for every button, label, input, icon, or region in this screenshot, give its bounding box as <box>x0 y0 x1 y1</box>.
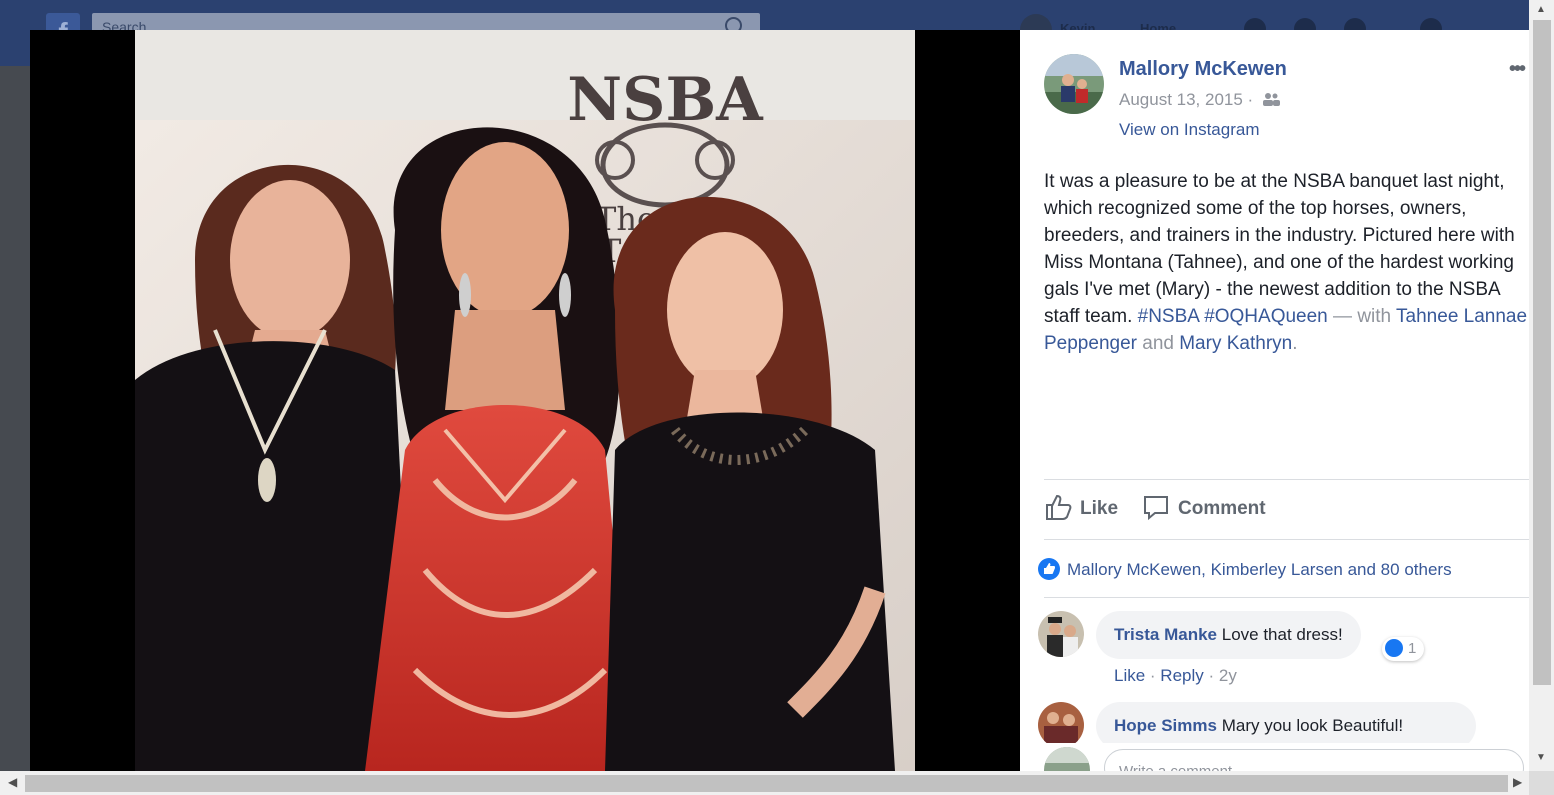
post-details-panel: Mallory McKewen ••• August 13, 2015 · Vi… <box>1020 30 1529 771</box>
tagged-person-mary-link[interactable]: Mary Kathryn <box>1179 333 1292 354</box>
commenter-avatar-image <box>1038 702 1084 748</box>
thumbs-up-icon <box>1046 494 1072 520</box>
scroll-right-arrow-icon[interactable]: ▶ <box>1513 775 1522 789</box>
scroll-left-arrow-icon[interactable]: ◀ <box>8 775 17 789</box>
hashtag-nsba-link[interactable]: #NSBA <box>1138 306 1199 327</box>
post-photo[interactable]: NSBA The Wa To Go <box>135 30 915 771</box>
comment-placeholder: Write a comment... <box>1119 763 1245 771</box>
post-body: It was a pleasure to be at the NSBA banq… <box>1044 168 1529 357</box>
current-user-avatar <box>1044 747 1090 771</box>
commenter-name-link[interactable]: Hope Simms <box>1114 716 1217 735</box>
commenter-avatar[interactable] <box>1038 611 1084 657</box>
post-meta: August 13, 2015 · <box>1119 90 1280 110</box>
current-user-avatar-image <box>1044 747 1090 771</box>
comment-bubble: Trista Manke Love that dress! <box>1096 611 1361 659</box>
divider-bottom <box>1044 539 1529 540</box>
divider-top <box>1044 479 1529 480</box>
photo-image: NSBA The Wa To Go <box>135 30 915 771</box>
comment-reaction-count[interactable]: 1 <box>1382 637 1425 661</box>
reactions-summary-text: Mallory McKewen, Kimberley Larsen and 80… <box>1067 560 1452 579</box>
like-button[interactable]: Like <box>1044 493 1118 521</box>
scrollbar-corner <box>1529 771 1554 795</box>
hashtag-oqhaqueen-link[interactable]: #OQHAQueen <box>1204 306 1328 327</box>
comment-reply-link[interactable]: Reply <box>1160 666 1203 685</box>
author-avatar[interactable] <box>1044 54 1104 114</box>
page-overlay <box>0 66 30 771</box>
friends-icon[interactable] <box>1262 92 1280 106</box>
scroll-down-arrow-icon[interactable]: ▼ <box>1536 752 1546 763</box>
like-reaction-icon <box>1385 639 1403 657</box>
divider-comments <box>1044 597 1529 598</box>
comment-text: Mary you look Beautiful! <box>1221 716 1404 735</box>
separator: · <box>1145 666 1161 685</box>
comment-icon <box>1144 496 1168 521</box>
like-reaction-icon <box>1038 558 1060 580</box>
with-label: — with <box>1327 306 1397 327</box>
separator: · <box>1203 666 1219 685</box>
more-options-icon[interactable]: ••• <box>1509 58 1526 81</box>
post-date-link[interactable]: August 13, 2015 <box>1119 90 1243 109</box>
write-comment-bar: Write a comment... <box>1020 743 1529 771</box>
author-avatar-image <box>1044 54 1104 114</box>
reaction-count: 1 <box>1408 640 1417 657</box>
commenter-avatar-image <box>1038 611 1084 657</box>
scroll-up-arrow-icon[interactable]: ▲ <box>1536 4 1546 15</box>
comment-like-link[interactable]: Like <box>1114 666 1145 685</box>
horizontal-scroll-thumb[interactable] <box>25 775 1508 792</box>
photo-theater: NSBA The Wa To Go <box>30 30 1020 771</box>
like-label: Like <box>1080 498 1119 519</box>
post-text-main: It was a pleasure to be at the NSBA banq… <box>1044 171 1515 327</box>
comment-text: Love that dress! <box>1221 625 1343 644</box>
author-name-link[interactable]: Mallory McKewen <box>1119 58 1287 81</box>
commenter-avatar[interactable] <box>1038 702 1084 748</box>
comment-input[interactable]: Write a comment... <box>1104 749 1524 771</box>
comment-actions: Like · Reply · 2y <box>1114 666 1237 686</box>
reactions-summary[interactable]: Mallory McKewen, Kimberley Larsen and 80… <box>1038 558 1452 580</box>
vertical-scroll-thumb[interactable] <box>1533 20 1551 685</box>
comment-button[interactable]: Comment <box>1142 493 1266 521</box>
comment-age-link[interactable]: 2y <box>1219 666 1237 685</box>
meta-separator: · <box>1242 90 1258 109</box>
commenter-name-link[interactable]: Trista Manke <box>1114 625 1217 644</box>
and-label: and <box>1142 333 1180 354</box>
period: . <box>1292 333 1298 354</box>
view-on-instagram-link[interactable]: View on Instagram <box>1119 120 1259 140</box>
comment-label: Comment <box>1178 498 1266 519</box>
